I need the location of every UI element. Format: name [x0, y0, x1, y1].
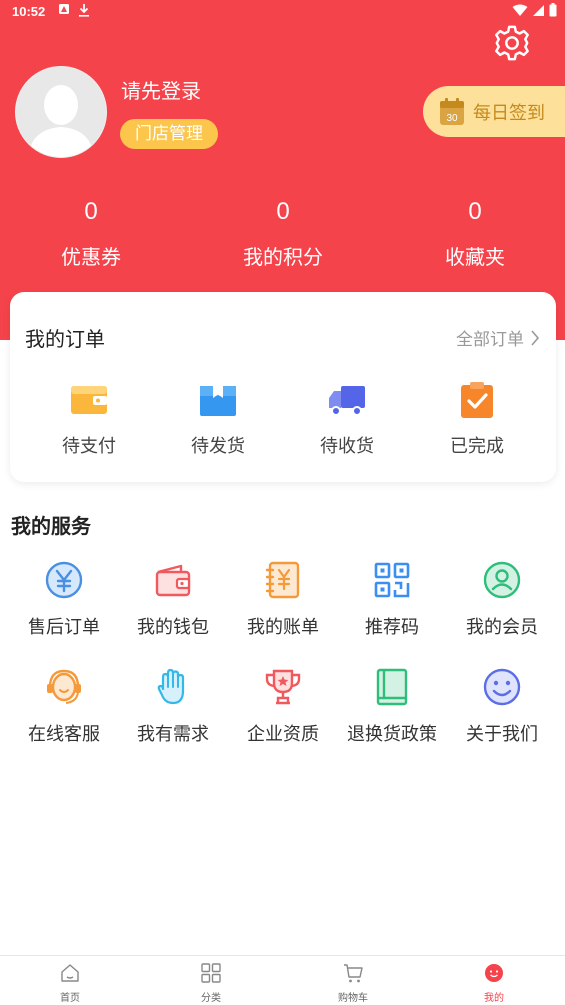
stat-label: 优惠券 — [61, 245, 121, 269]
orders-card: 我的订单 全部订单 待支付 待发货 待收货 已完成 — [10, 292, 556, 482]
order-label: 待收货 — [320, 436, 374, 457]
yen-circle-icon — [45, 561, 83, 599]
service-label: 售后订单 — [28, 617, 100, 638]
all-orders-label: 全部订单 — [456, 330, 524, 350]
daily-checkin-button[interactable]: 30 每日签到 — [423, 86, 565, 137]
notification-app-icon — [59, 4, 69, 14]
service-qualification[interactable]: 企业资质 — [228, 667, 338, 746]
wifi-icon — [512, 4, 528, 16]
order-label: 已完成 — [450, 436, 504, 457]
hand-icon — [157, 668, 185, 705]
service-requests[interactable]: 我有需求 — [118, 667, 228, 746]
stat-value: 0 — [276, 198, 290, 225]
clipboard-check-icon — [461, 382, 493, 418]
stat-value: 0 — [84, 198, 98, 225]
avatar[interactable] — [15, 66, 107, 158]
order-label: 待发货 — [191, 436, 245, 457]
service-label: 我的账单 — [247, 617, 319, 638]
profile-icon — [485, 964, 503, 982]
tab-label: 我的 — [484, 993, 504, 1004]
home-icon — [61, 964, 79, 982]
service-online-support[interactable]: 在线客服 — [9, 667, 119, 746]
battery-icon — [549, 3, 557, 17]
stat-points[interactable]: 0 我的积分 — [213, 195, 353, 270]
order-pending-payment[interactable]: 待支付 — [34, 380, 144, 458]
tab-category[interactable]: 分类 — [171, 962, 251, 1004]
signal-icon — [533, 4, 544, 16]
service-referral-code[interactable]: 推荐码 — [337, 560, 447, 639]
order-pending-receipt[interactable]: 待收货 — [292, 380, 402, 458]
book-icon — [376, 668, 408, 706]
service-label: 我有需求 — [137, 724, 209, 745]
status-time: 10:52 — [12, 4, 46, 19]
cart-icon — [344, 964, 363, 983]
member-icon — [483, 561, 521, 599]
bottom-tab-bar: 首页 分类 购物车 我的 — [0, 955, 565, 1005]
chevron-right-icon — [531, 329, 540, 346]
login-prompt[interactable]: 请先登录 — [121, 75, 201, 104]
service-label: 企业资质 — [247, 724, 319, 745]
download-icon — [79, 4, 89, 17]
trophy-icon — [265, 669, 301, 705]
tab-mine[interactable]: 我的 — [454, 962, 534, 1004]
status-bar: 10:52 — [0, 0, 565, 26]
order-label: 待支付 — [62, 436, 116, 457]
truck-icon — [329, 386, 365, 416]
qr-code-icon — [374, 562, 410, 598]
calendar-icon: 30 — [439, 97, 465, 126]
all-orders-link[interactable]: 全部订单 — [456, 325, 540, 350]
wallet-icon — [71, 386, 107, 414]
box-icon — [200, 386, 236, 416]
service-label: 推荐码 — [365, 617, 419, 638]
service-wallet[interactable]: 我的钱包 — [118, 560, 228, 639]
grid-icon — [201, 963, 221, 983]
bill-icon — [265, 561, 300, 599]
service-label: 关于我们 — [466, 724, 538, 745]
tab-label: 购物车 — [338, 993, 368, 1004]
checkin-label: 每日签到 — [473, 102, 545, 124]
store-management-button[interactable]: 门店管理 — [120, 119, 218, 149]
stat-value: 0 — [468, 198, 482, 225]
stat-coupons[interactable]: 0 优惠券 — [21, 195, 161, 270]
order-pending-shipment[interactable]: 待发货 — [163, 380, 273, 458]
order-completed[interactable]: 已完成 — [422, 380, 532, 458]
service-label: 我的会员 — [466, 617, 538, 638]
smile-icon — [483, 668, 521, 706]
wallet-outline-icon — [155, 564, 191, 597]
service-about-us[interactable]: 关于我们 — [447, 667, 557, 746]
service-label: 退换货政策 — [347, 724, 437, 745]
tab-label: 首页 — [60, 993, 80, 1004]
stat-favorites[interactable]: 0 收藏夹 — [405, 195, 545, 270]
settings-gear-icon[interactable] — [493, 24, 531, 62]
service-label: 我的钱包 — [137, 617, 209, 638]
profile-header — [0, 0, 565, 340]
service-return-policy[interactable]: 退换货政策 — [337, 667, 447, 746]
tab-cart[interactable]: 购物车 — [313, 962, 393, 1004]
service-label: 在线客服 — [28, 724, 100, 745]
calendar-day: 30 — [446, 113, 458, 124]
default-user-icon — [16, 67, 106, 157]
service-after-sales[interactable]: 售后订单 — [9, 560, 119, 639]
stat-label: 我的积分 — [243, 245, 323, 269]
services-title: 我的服务 — [11, 514, 91, 538]
service-bill[interactable]: 我的账单 — [228, 560, 338, 639]
tab-home[interactable]: 首页 — [30, 962, 110, 1004]
headset-icon — [47, 669, 81, 704]
stat-label: 收藏夹 — [445, 245, 505, 269]
orders-title: 我的订单 — [25, 327, 105, 351]
tab-label: 分类 — [201, 993, 221, 1004]
service-membership[interactable]: 我的会员 — [447, 560, 557, 639]
